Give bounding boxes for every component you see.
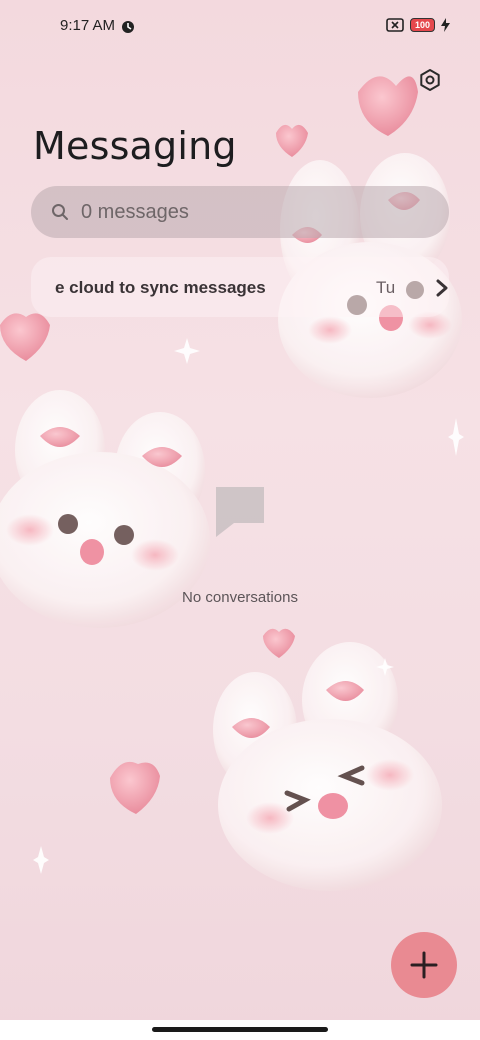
search-placeholder: 0 messages [81,200,189,223]
status-icons: 100 [386,18,450,32]
home-handle[interactable] [152,1027,328,1032]
plus-icon [410,951,438,979]
battery-level: 100 [409,18,435,32]
page-title: Messaging [33,124,237,168]
sync-turn-on-button[interactable]: Tu [376,278,395,298]
status-time: 9:17 AM [60,17,116,34]
battery-icon: 100 [409,18,435,32]
new-conversation-button[interactable] [391,932,457,998]
data-saver-icon [122,21,134,33]
sim-off-icon [386,18,404,32]
status-bar: 9:17 AM 100 [0,0,480,56]
search-icon [52,204,68,220]
navigation-bar [0,1020,480,1040]
search-bar[interactable]: 0 messages [31,186,449,238]
sync-banner-text: e cloud to sync messages [55,278,266,297]
empty-state-text: No conversations [182,589,298,606]
settings-icon[interactable] [418,68,442,92]
chevron-right-icon[interactable] [431,277,449,299]
charging-icon [441,18,450,32]
cloud-sync-banner[interactable]: e cloud to sync messages Tu [31,257,449,317]
bunny-bottom-right [213,642,442,891]
message-bubble-icon [216,487,264,537]
